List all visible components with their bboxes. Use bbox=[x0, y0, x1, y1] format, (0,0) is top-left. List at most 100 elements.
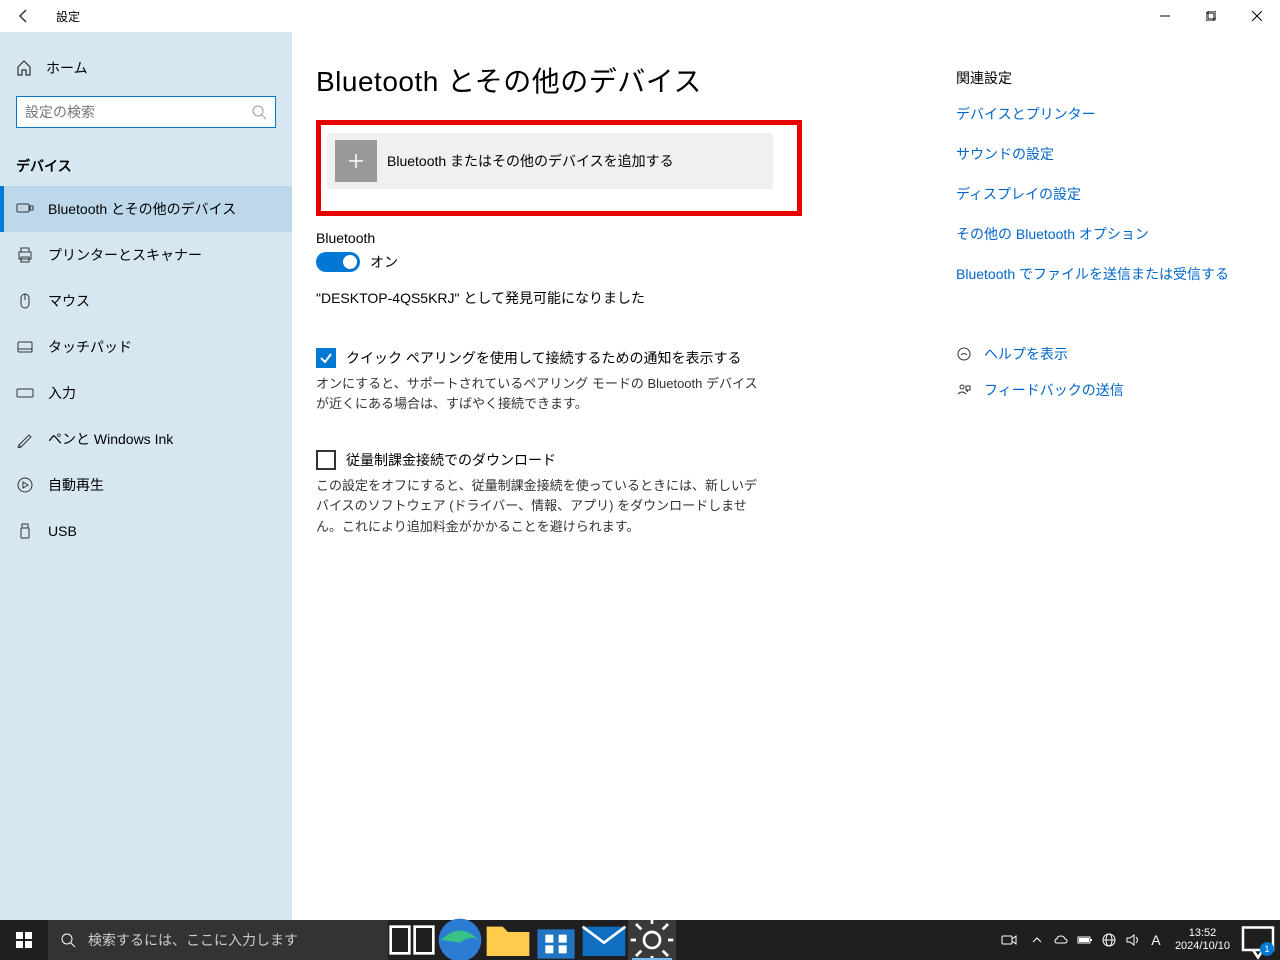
nav-label: 入力 bbox=[48, 383, 76, 403]
home-icon bbox=[16, 60, 32, 76]
bluetooth-toggle[interactable] bbox=[316, 252, 360, 272]
battery-icon bbox=[1077, 932, 1093, 948]
tray-network[interactable] bbox=[1097, 920, 1121, 960]
sidebar-heading: デバイス bbox=[0, 140, 292, 186]
nav-mouse[interactable]: マウス bbox=[0, 278, 292, 324]
link-bt-options[interactable]: その他の Bluetooth オプション bbox=[956, 224, 1256, 244]
nav-label: 自動再生 bbox=[48, 475, 104, 495]
nav-label: タッチパッド bbox=[48, 337, 132, 357]
main-content: Bluetooth とその他のデバイス Bluetooth またはその他のデバイ… bbox=[292, 32, 1280, 920]
nav-label: ペンと Windows Ink bbox=[48, 429, 173, 449]
feedback-link[interactable]: フィードバックの送信 bbox=[956, 380, 1256, 400]
start-button[interactable] bbox=[0, 920, 48, 960]
keyboard-icon bbox=[16, 384, 34, 402]
minimize-button[interactable] bbox=[1142, 0, 1188, 32]
notification-badge: 1 bbox=[1260, 942, 1274, 956]
nav-touchpad[interactable]: タッチパッド bbox=[0, 324, 292, 370]
tray-ime[interactable]: A bbox=[1145, 920, 1167, 960]
link-display[interactable]: ディスプレイの設定 bbox=[956, 184, 1256, 204]
volume-icon bbox=[1125, 932, 1141, 948]
back-arrow-icon bbox=[16, 8, 32, 24]
home-button[interactable]: ホーム bbox=[0, 48, 292, 88]
autoplay-icon bbox=[16, 476, 34, 494]
chevron-up-icon bbox=[1029, 932, 1045, 948]
back-button[interactable] bbox=[0, 0, 48, 32]
clock-time: 13:52 bbox=[1175, 927, 1230, 940]
toggle-state-label: オン bbox=[370, 252, 398, 272]
taskbar-apps bbox=[388, 920, 676, 960]
tray-meet-now[interactable] bbox=[993, 920, 1025, 960]
add-device-button[interactable]: Bluetooth またはその他のデバイスを追加する bbox=[327, 133, 773, 189]
mail-app[interactable] bbox=[580, 920, 628, 960]
help-label: ヘルプを表示 bbox=[984, 344, 1068, 364]
close-button[interactable] bbox=[1234, 0, 1280, 32]
clock-date: 2024/10/10 bbox=[1175, 940, 1230, 953]
check-icon bbox=[319, 351, 333, 365]
nav-autoplay[interactable]: 自動再生 bbox=[0, 462, 292, 508]
tray-volume[interactable] bbox=[1121, 920, 1145, 960]
help-icon bbox=[956, 346, 972, 362]
add-device-highlight: Bluetooth またはその他のデバイスを追加する bbox=[316, 120, 802, 216]
link-devices-printers[interactable]: デバイスとプリンター bbox=[956, 104, 1256, 124]
discoverable-status: "DESKTOP-4QS5KRJ" として発見可能になりました bbox=[316, 288, 956, 308]
help-link[interactable]: ヘルプを表示 bbox=[956, 344, 1256, 364]
add-device-label: Bluetooth またはその他のデバイスを追加する bbox=[387, 151, 674, 171]
globe-icon bbox=[1101, 932, 1117, 948]
taskbar-search[interactable]: 検索するには、ここに入力します bbox=[48, 920, 388, 960]
search-icon bbox=[60, 932, 76, 948]
bluetooth-icon bbox=[16, 200, 34, 218]
nav-printers[interactable]: プリンターとスキャナー bbox=[0, 232, 292, 278]
nav-bluetooth[interactable]: Bluetooth とその他のデバイス bbox=[0, 186, 292, 232]
maximize-button[interactable] bbox=[1188, 0, 1234, 32]
action-center-button[interactable]: 1 bbox=[1238, 920, 1278, 960]
settings-app[interactable] bbox=[628, 920, 676, 960]
quick-pair-checkbox[interactable] bbox=[316, 348, 336, 368]
tray-onedrive[interactable] bbox=[1049, 920, 1073, 960]
search-input[interactable] bbox=[25, 104, 251, 120]
quick-pair-desc: オンにすると、サポートされているペアリング モードの Bluetooth デバイ… bbox=[316, 374, 766, 414]
mail-icon bbox=[580, 916, 628, 960]
metered-checkbox-row[interactable]: 従量制課金接続でのダウンロード bbox=[316, 450, 956, 470]
search-box[interactable] bbox=[16, 96, 276, 128]
metered-checkbox[interactable] bbox=[316, 450, 336, 470]
taskbar: 検索するには、ここに入力します A 13:52 2024/10/10 1 bbox=[0, 920, 1280, 960]
nav-usb[interactable]: USB bbox=[0, 508, 292, 554]
window-controls bbox=[1142, 0, 1280, 32]
metered-desc: この設定をオフにすると、従量制課金接続を使っているときには、新しいデバイスのソフ… bbox=[316, 476, 766, 536]
nav-label: USB bbox=[48, 523, 77, 539]
usb-icon bbox=[16, 522, 34, 540]
home-label: ホーム bbox=[46, 58, 88, 78]
right-pane: 関連設定 デバイスとプリンター サウンドの設定 ディスプレイの設定 その他の B… bbox=[956, 60, 1256, 920]
pen-icon bbox=[16, 430, 34, 448]
notification-icon bbox=[1238, 920, 1278, 960]
tray-battery[interactable] bbox=[1073, 920, 1097, 960]
link-sound[interactable]: サウンドの設定 bbox=[956, 144, 1256, 164]
feedback-label: フィードバックの送信 bbox=[984, 380, 1124, 400]
windows-icon bbox=[16, 932, 32, 948]
nav-label: プリンターとスキャナー bbox=[48, 245, 202, 265]
edge-icon bbox=[436, 916, 484, 960]
tray-chevron[interactable] bbox=[1025, 920, 1049, 960]
related-settings-heading: 関連設定 bbox=[956, 68, 1256, 88]
meet-icon bbox=[1001, 932, 1017, 948]
taskbar-clock[interactable]: 13:52 2024/10/10 bbox=[1167, 927, 1238, 953]
sidebar: ホーム デバイス Bluetooth とその他のデバイス プリンターとスキャナー… bbox=[0, 32, 292, 920]
quick-pair-checkbox-row[interactable]: クイック ペアリングを使用して接続するための通知を表示する bbox=[316, 348, 956, 368]
nav-label: Bluetooth とその他のデバイス bbox=[48, 199, 236, 219]
nav-pen[interactable]: ペンと Windows Ink bbox=[0, 416, 292, 462]
cloud-icon bbox=[1053, 932, 1069, 948]
page-title: Bluetooth とその他のデバイス bbox=[316, 60, 956, 100]
bluetooth-toggle-row: オン bbox=[316, 252, 956, 272]
nav-typing[interactable]: 入力 bbox=[0, 370, 292, 416]
search-wrap bbox=[0, 88, 292, 140]
gear-icon bbox=[628, 916, 676, 960]
feedback-icon bbox=[956, 382, 972, 398]
link-bt-files[interactable]: Bluetooth でファイルを送信または受信する bbox=[956, 264, 1256, 284]
task-view-button[interactable] bbox=[388, 920, 436, 960]
printer-icon bbox=[16, 246, 34, 264]
store-app[interactable] bbox=[532, 920, 580, 960]
edge-app[interactable] bbox=[436, 920, 484, 960]
explorer-app[interactable] bbox=[484, 920, 532, 960]
system-tray: A 13:52 2024/10/10 1 bbox=[993, 920, 1280, 960]
bluetooth-section-label: Bluetooth bbox=[316, 230, 956, 246]
